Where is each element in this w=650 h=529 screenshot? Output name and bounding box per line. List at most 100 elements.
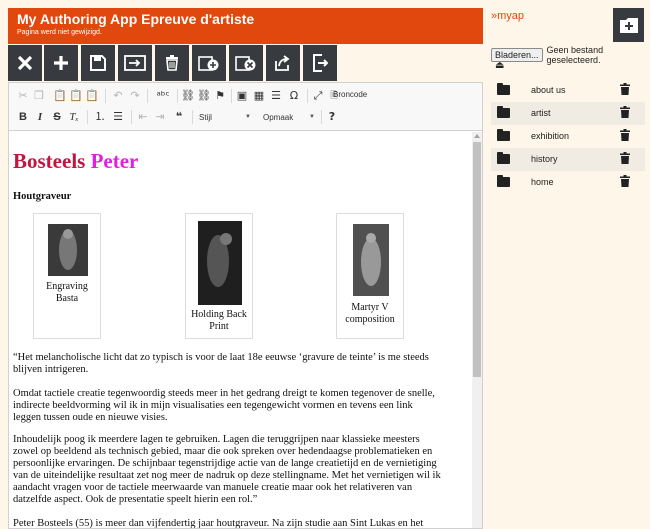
- paste-text-icon[interactable]: 📋: [69, 89, 83, 103]
- export-icon: [275, 55, 290, 71]
- trash-icon: [166, 55, 178, 71]
- image-icon[interactable]: ▣: [235, 89, 249, 103]
- close-icon: [17, 55, 33, 71]
- copy-icon[interactable]: ❐: [32, 89, 46, 103]
- chevron-down-icon: ▼: [309, 114, 315, 120]
- delete-button[interactable]: [155, 45, 189, 81]
- list-item[interactable]: history: [491, 148, 645, 171]
- separator: [231, 89, 232, 103]
- italic-icon[interactable]: I: [33, 110, 47, 124]
- artwork-image: [48, 224, 88, 276]
- logout-icon: [313, 54, 328, 72]
- save-button[interactable]: [81, 45, 115, 81]
- export-button[interactable]: [266, 45, 300, 81]
- remove-format-icon[interactable]: Tₓ: [67, 110, 81, 124]
- paragraph: Peter Bosteels (55) is meer dan vijfende…: [13, 518, 424, 528]
- editor-toolbar: ✂ ❐ 📋 📋 📋 ↶ ↷ ᵃᵇᶜ ⛓ ⛓ ⚑ ▣ ▦ ☰ Ω ⤢ 🗎 Bron…: [9, 83, 482, 131]
- bold-icon[interactable]: B: [16, 110, 30, 124]
- file-name[interactable]: exhibition: [531, 131, 569, 141]
- page-heading: Bosteels Peter: [13, 150, 138, 172]
- list-item[interactable]: exhibition: [491, 125, 645, 148]
- table-icon[interactable]: ▦: [252, 89, 266, 103]
- paragraph: Inhoudelijk poog ik meerdere lagen te ge…: [13, 434, 441, 505]
- separator: [192, 110, 193, 124]
- folder-icon: [497, 106, 510, 118]
- scrollbar-thumb[interactable]: [473, 142, 481, 377]
- source-button[interactable]: Broncode: [333, 90, 367, 99]
- unlink-icon[interactable]: ⛓: [197, 89, 211, 103]
- artwork-image: [198, 221, 242, 305]
- strike-icon[interactable]: S: [50, 110, 64, 124]
- project-title[interactable]: »myap: [491, 10, 524, 22]
- anchor-flag-icon[interactable]: ⚑: [213, 89, 227, 103]
- paragraph: Omdat tactiele creatie tegenwoordig stee…: [13, 388, 435, 423]
- file-status: Geen bestand geselecteerd.: [546, 45, 604, 65]
- list-item[interactable]: about us: [491, 79, 645, 102]
- save-status: Pagina werd niet gewijzigd.: [17, 29, 102, 36]
- cut-icon[interactable]: ✂: [16, 89, 30, 103]
- outdent-icon[interactable]: ⇤: [136, 110, 150, 124]
- separator: [321, 110, 322, 124]
- style-dropdown[interactable]: Stijl ▼: [195, 110, 253, 125]
- bulleted-list-icon[interactable]: ☰: [111, 110, 125, 124]
- editor-scrollbar[interactable]: [472, 132, 482, 528]
- spellcheck-icon[interactable]: ᵃᵇᶜ: [153, 89, 173, 103]
- add-page-icon: [198, 56, 219, 71]
- folder-icon: [497, 175, 510, 187]
- trash-icon[interactable]: [620, 129, 630, 144]
- artwork-caption: Holding Back Print: [191, 309, 247, 332]
- link-icon[interactable]: ⛓: [181, 89, 195, 103]
- close-button[interactable]: [8, 45, 42, 81]
- heading-last-name: Bosteels: [13, 149, 86, 173]
- upload-icon[interactable]: ⏏: [495, 60, 504, 71]
- style-dropdown-value: Stijl: [199, 113, 212, 122]
- file-list: about us artist exhibition history home: [491, 79, 645, 194]
- maximize-icon[interactable]: ⤢: [311, 89, 325, 103]
- file-upload: Bladeren... Geen bestand geselecteerd.: [491, 45, 650, 65]
- paste-icon[interactable]: 📋: [53, 89, 67, 103]
- separator: [177, 89, 178, 103]
- undo-icon[interactable]: ↶: [111, 89, 125, 103]
- scroll-up-icon[interactable]: [474, 134, 480, 138]
- artwork-card: Martyr V composition: [336, 213, 404, 339]
- file-name[interactable]: about us: [531, 85, 566, 95]
- editor-content[interactable]: Bosteels Peter Houtgraveur Engraving Bas…: [9, 132, 469, 528]
- separator: [147, 89, 148, 103]
- separator: [87, 110, 88, 124]
- chevron-down-icon: ▼: [245, 114, 251, 120]
- trash-icon[interactable]: [620, 175, 630, 190]
- format-dropdown-value: Opmaak: [263, 113, 294, 122]
- trash-icon[interactable]: [620, 152, 630, 167]
- special-char-icon[interactable]: Ω: [287, 89, 301, 103]
- blockquote-icon[interactable]: ❝: [172, 110, 186, 124]
- redo-icon[interactable]: ↷: [128, 89, 142, 103]
- artwork-card: Holding Back Print: [185, 213, 253, 339]
- move-button[interactable]: [118, 45, 152, 81]
- file-name[interactable]: artist: [531, 108, 551, 118]
- trash-icon[interactable]: [620, 106, 630, 121]
- list-item[interactable]: artist: [491, 102, 645, 125]
- numbered-list-icon[interactable]: ⒈: [93, 110, 107, 124]
- trash-icon[interactable]: [620, 83, 630, 98]
- help-icon[interactable]: ?: [325, 110, 339, 124]
- heading-first-name: Peter: [90, 149, 139, 173]
- add-page-button[interactable]: [192, 45, 226, 81]
- remove-page-button[interactable]: [229, 45, 263, 81]
- file-name[interactable]: home: [531, 177, 554, 187]
- indent-icon[interactable]: ⇥: [153, 110, 167, 124]
- save-icon: [90, 55, 106, 71]
- add-file-button[interactable]: [613, 8, 644, 42]
- add-button[interactable]: [44, 45, 78, 81]
- rich-text-editor: ✂ ❐ 📋 📋 📋 ↶ ↷ ᵃᵇᶜ ⛓ ⛓ ⚑ ▣ ▦ ☰ Ω ⤢ 🗎 Bron…: [8, 82, 483, 529]
- format-dropdown[interactable]: Opmaak ▼: [259, 110, 317, 125]
- list-item[interactable]: home: [491, 171, 645, 194]
- app-title: My Authoring App Epreuve d'artiste: [17, 11, 255, 27]
- app-header: My Authoring App Epreuve d'artiste Pagin…: [8, 8, 483, 44]
- paste-word-icon[interactable]: 📋: [85, 89, 99, 103]
- logout-button[interactable]: [303, 45, 337, 81]
- separator: [105, 89, 106, 103]
- horizontal-line-icon[interactable]: ☰: [269, 89, 283, 103]
- file-name[interactable]: history: [531, 154, 558, 164]
- move-icon: [124, 55, 146, 71]
- artwork-card: Engraving Basta: [33, 213, 101, 339]
